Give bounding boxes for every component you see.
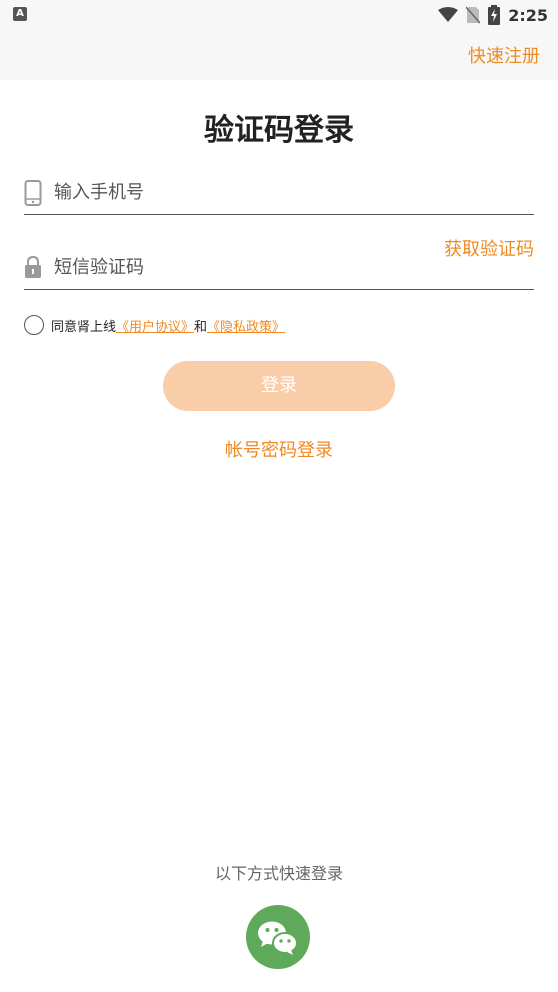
phone-input[interactable]	[52, 174, 456, 210]
phone-field	[24, 170, 534, 215]
top-bar: 快速注册	[0, 30, 558, 80]
page-title: 验证码登录	[204, 113, 354, 148]
agree-checkbox[interactable]	[24, 315, 44, 335]
lock-icon	[25, 255, 41, 278]
agreement-prefix: 同意肾上线	[51, 319, 117, 335]
password-login-link[interactable]: 帐号密码登录	[225, 440, 333, 461]
wifi-icon	[438, 7, 459, 22]
sms-code-input[interactable]	[52, 249, 456, 285]
clock: 2:25	[508, 5, 548, 25]
sms-code-field: 获取验证码	[24, 239, 534, 290]
quick-login-hint: 以下方式快速登录	[214, 864, 343, 883]
no-sim-icon	[466, 6, 481, 24]
quick-register-link[interactable]: 快速注册	[468, 42, 540, 68]
status-bar: A 2:25	[0, 0, 558, 30]
user-agreement-link[interactable]: 《用户协议》	[116, 316, 194, 335]
password-login-row: 帐号密码登录	[0, 436, 558, 462]
get-code-button[interactable]: 获取验证码	[444, 235, 534, 261]
privacy-policy-link[interactable]: 《隐私政策》	[207, 316, 285, 335]
agreement-and: 和	[194, 319, 208, 335]
app-notification-icon: A	[13, 7, 27, 21]
battery-charging-icon	[488, 5, 501, 25]
status-icons: 2:25	[438, 4, 548, 26]
phone-icon	[24, 180, 42, 206]
wechat-icon	[258, 921, 298, 955]
login-button[interactable]: 登录	[163, 361, 395, 411]
wechat-login-button[interactable]	[246, 905, 310, 969]
agreement-row: 同意肾上线 《用户协议》 和 《隐私政策》	[24, 313, 285, 337]
